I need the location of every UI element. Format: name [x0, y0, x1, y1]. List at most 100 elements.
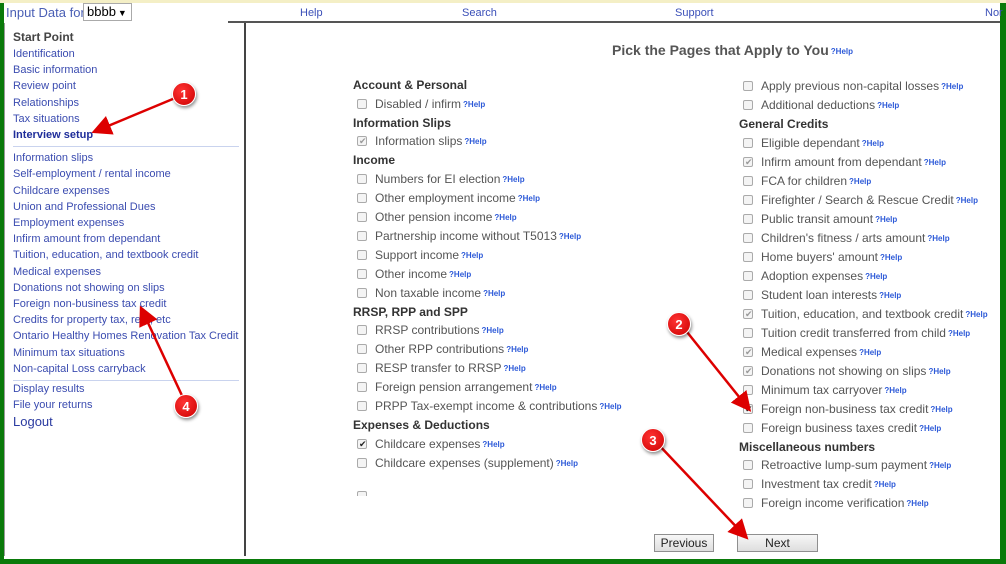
help-link[interactable]: ?Help: [884, 386, 906, 395]
help-link[interactable]: ?Help: [956, 196, 978, 205]
option-label[interactable]: Apply previous non-capital losses: [761, 79, 939, 93]
checkbox-minimum-tax-carryover[interactable]: [743, 384, 753, 395]
help-link[interactable]: ?Help: [874, 480, 896, 489]
option-label[interactable]: Other RPP contributions: [375, 342, 504, 356]
checkbox-childcare-expenses[interactable]: [357, 437, 367, 451]
help-link[interactable]: ?Help: [849, 177, 871, 186]
option-label[interactable]: Retroactive lump-sum payment: [761, 458, 927, 472]
option-label[interactable]: Adoption expenses: [761, 269, 863, 283]
checkbox-rrsp-contributions[interactable]: [357, 325, 367, 335]
help-link[interactable]: ?Help: [559, 232, 581, 241]
checkbox-other-pension-income[interactable]: [357, 211, 367, 222]
checkbox-foreign-pension-arrangement[interactable]: [357, 382, 367, 392]
checkbox-apply-previous-non-capital-losses[interactable]: [743, 81, 753, 91]
help-link[interactable]: ?Help: [518, 194, 540, 203]
truncated-link[interactable]: Nor: [985, 7, 1003, 19]
checkbox-student-loan-interests[interactable]: [743, 289, 753, 300]
help-link[interactable]: ?Help: [449, 270, 471, 279]
option-label[interactable]: Other income: [375, 267, 447, 281]
help-link[interactable]: ?Help: [862, 139, 884, 148]
option-label[interactable]: Infirm amount from dependant: [761, 155, 922, 169]
checkbox-additional-deductions[interactable]: [743, 100, 753, 110]
checkbox-foreign-business-taxes-credit[interactable]: [743, 422, 753, 433]
help-link[interactable]: ?Help: [880, 253, 902, 262]
option-label[interactable]: Information slips: [375, 134, 462, 148]
option-label[interactable]: Student loan interests: [761, 288, 877, 302]
help-link[interactable]: ?Help: [483, 289, 505, 298]
option-label[interactable]: Foreign pension arrangement: [375, 380, 532, 394]
option-label[interactable]: Other employment income: [375, 191, 516, 205]
option-label[interactable]: PRPP Tax-exempt income & contributions: [375, 399, 597, 413]
option-label[interactable]: Public transit amount: [761, 212, 873, 226]
help-link[interactable]: ?Help: [556, 459, 578, 468]
checkbox-foreign-income-verification[interactable]: [743, 498, 753, 508]
checkbox-tuition-credit-transferred-from-child[interactable]: [743, 327, 753, 338]
help-link[interactable]: ?Help: [463, 100, 485, 109]
option-label[interactable]: Medical expenses: [761, 345, 857, 359]
checkbox-children-s-fitness-arts-amount[interactable]: [743, 232, 753, 243]
help-link[interactable]: ?Help: [924, 158, 946, 167]
checkbox-fca-for-children[interactable]: [743, 175, 753, 186]
option-label[interactable]: RRSP contributions: [375, 323, 480, 337]
checkbox-partnership-income-without-t5013[interactable]: [357, 230, 367, 241]
help-link[interactable]: ?Help: [494, 213, 516, 222]
help-link[interactable]: ?Help: [504, 364, 526, 373]
option-label[interactable]: Foreign income verification: [761, 496, 904, 510]
option-label[interactable]: Childcare expenses (supplement): [375, 456, 554, 470]
option-label[interactable]: Disabled / infirm: [375, 97, 461, 111]
checkbox-public-transit-amount[interactable]: [743, 213, 753, 224]
checkbox-firefighter-search-rescue-credit[interactable]: [743, 194, 753, 205]
help-link[interactable]: ?Help: [875, 215, 897, 224]
help-link[interactable]: ?Help: [930, 405, 952, 414]
help-link[interactable]: ?Help: [928, 367, 950, 376]
checkbox-other-rpp-contributions[interactable]: [357, 344, 367, 354]
option-label[interactable]: FCA for children: [761, 174, 847, 188]
option-label[interactable]: Tuition credit transferred from child: [761, 326, 946, 340]
help-link[interactable]: ?Help: [927, 234, 949, 243]
checkbox-disabled-infirm[interactable]: [357, 98, 367, 109]
checkbox-resp-transfer-to-rrsp[interactable]: [357, 363, 367, 373]
option-label[interactable]: Non taxable income: [375, 286, 481, 300]
help-link[interactable]: ?Help: [919, 424, 941, 433]
help-link[interactable]: ?Help: [941, 82, 963, 91]
help-link[interactable]: ?Help: [534, 383, 556, 392]
help-link[interactable]: ?Help: [506, 345, 528, 354]
checkbox-prpp-tax-exempt-income-contributions[interactable]: [357, 401, 367, 411]
checkbox-foreign-non-business-tax-credit[interactable]: [743, 402, 753, 416]
option-label[interactable]: Partnership income without T5013: [375, 229, 557, 243]
help-link[interactable]: ?Help: [859, 348, 881, 357]
help-link[interactable]: ?Help: [502, 175, 524, 184]
checkbox-childcare-expenses-supplement[interactable]: [357, 457, 367, 468]
checkbox-home-buyers-amount[interactable]: [743, 251, 753, 262]
help-link[interactable]: ?Help: [599, 402, 621, 411]
option-label[interactable]: Other pension income: [375, 210, 492, 224]
title-help-link[interactable]: ?Help: [831, 47, 853, 56]
checkbox-adoption-expenses[interactable]: [743, 270, 753, 281]
help-link[interactable]: ?Help: [482, 326, 504, 335]
option-label[interactable]: Minimum tax carryover: [761, 383, 882, 397]
next-button[interactable]: Next: [737, 534, 818, 552]
checkbox-support-income[interactable]: [357, 249, 367, 260]
help-link[interactable]: ?Help: [461, 251, 483, 260]
checkbox-eligible-dependant[interactable]: [743, 137, 753, 148]
help-link[interactable]: ?Help: [464, 137, 486, 146]
option-label[interactable]: Eligible dependant: [761, 136, 860, 150]
checkbox-investment-tax-credit[interactable]: [743, 479, 753, 489]
checkbox-numbers-for-ei-election[interactable]: [357, 173, 367, 184]
option-label[interactable]: Home buyers' amount: [761, 250, 878, 264]
option-label[interactable]: Foreign non-business tax credit: [761, 402, 928, 416]
checkbox-other-income[interactable]: [357, 268, 367, 279]
help-link[interactable]: ?Help: [879, 291, 901, 300]
help-link[interactable]: ?Help: [865, 272, 887, 281]
option-label[interactable]: Numbers for EI election: [375, 172, 500, 186]
option-label[interactable]: Additional deductions: [761, 98, 875, 112]
help-link[interactable]: ?Help: [948, 329, 970, 338]
checkbox-other-employment-income[interactable]: [357, 192, 367, 203]
help-link[interactable]: ?Help: [906, 499, 928, 508]
option-label[interactable]: Support income: [375, 248, 459, 262]
option-label[interactable]: Foreign business taxes credit: [761, 421, 917, 435]
option-label[interactable]: Donations not showing on slips: [761, 364, 926, 378]
checkbox-non-taxable-income[interactable]: [357, 287, 367, 298]
option-label[interactable]: Children's fitness / arts amount: [761, 231, 925, 245]
help-link[interactable]: ?Help: [965, 310, 987, 319]
